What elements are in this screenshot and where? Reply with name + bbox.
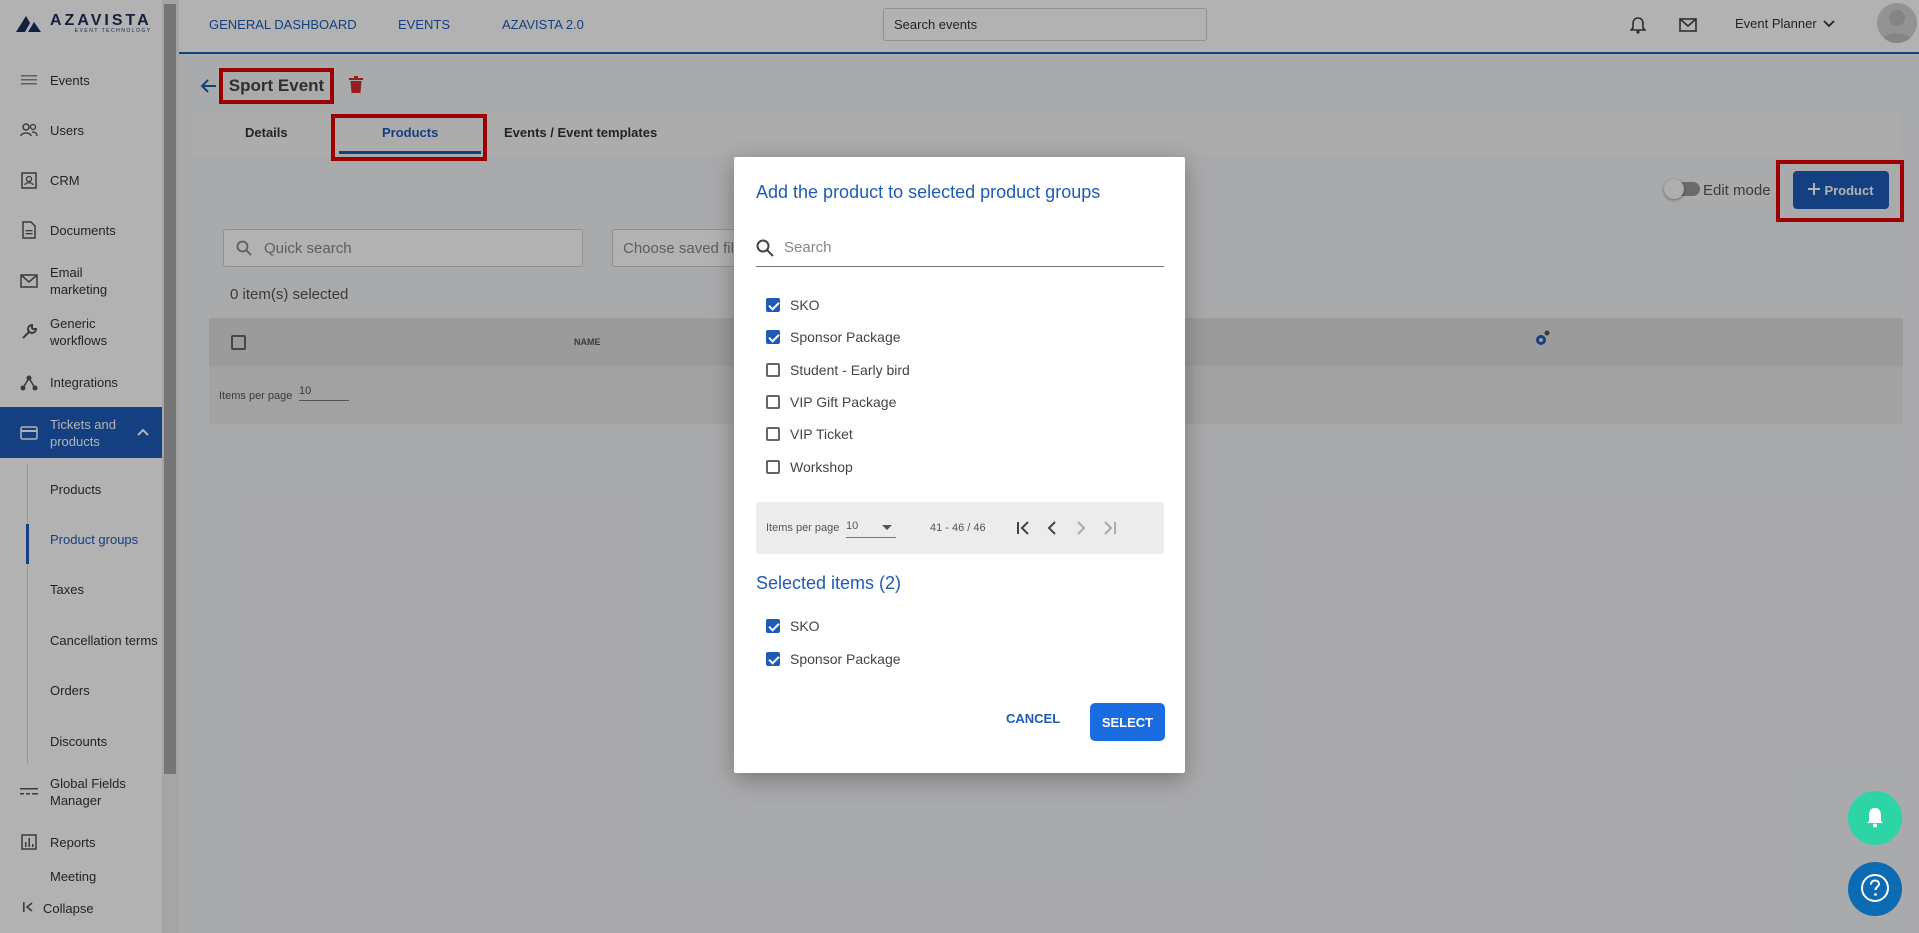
option-label: SKO [790, 297, 820, 313]
selected-item-sponsor-package[interactable]: Sponsor Package [766, 651, 901, 667]
selected-item-sko[interactable]: SKO [766, 618, 820, 634]
help-icon [1860, 873, 1890, 906]
option-sko[interactable]: SKO [766, 297, 820, 313]
checkbox[interactable] [766, 395, 780, 409]
checkbox[interactable] [766, 652, 780, 666]
caret-down-icon [882, 525, 892, 530]
add-to-product-groups-dialog: Add the product to selected product grou… [734, 157, 1185, 773]
option-vip-gift-package[interactable]: VIP Gift Package [766, 394, 896, 410]
dialog-search [756, 235, 1164, 267]
option-label: Student - Early bird [790, 362, 910, 378]
first-page-icon[interactable] [1012, 517, 1034, 539]
dialog-paginator: Items per page 10 41 - 46 / 46 [756, 502, 1164, 554]
help-fab-button[interactable] [1848, 862, 1902, 916]
cancel-button[interactable]: CANCEL [1006, 711, 1060, 726]
option-student-early-bird[interactable]: Student - Early bird [766, 362, 910, 378]
page-range: 41 - 46 / 46 [930, 522, 986, 534]
option-sponsor-package[interactable]: Sponsor Package [766, 329, 901, 345]
option-label: VIP Gift Package [790, 394, 897, 410]
bell-icon [1865, 806, 1885, 831]
selected-item-label: SKO [790, 618, 820, 634]
notification-fab-button[interactable] [1848, 791, 1902, 845]
option-label: Workshop [790, 459, 853, 475]
option-vip-ticket[interactable]: VIP Ticket [766, 426, 853, 442]
selected-item-label: Sponsor Package [790, 651, 901, 667]
select-button[interactable]: SELECT [1090, 703, 1165, 741]
checkbox[interactable] [766, 330, 780, 344]
checkbox[interactable] [766, 460, 780, 474]
previous-page-icon[interactable] [1041, 517, 1063, 539]
option-label: Sponsor Package [790, 329, 901, 345]
dialog-search-input[interactable] [784, 239, 1144, 256]
checkbox[interactable] [766, 298, 780, 312]
checkbox[interactable] [766, 363, 780, 377]
items-per-page-select[interactable]: 10 [846, 520, 896, 538]
option-workshop[interactable]: Workshop [766, 459, 853, 475]
search-icon [756, 239, 774, 260]
checkbox[interactable] [766, 619, 780, 633]
last-page-icon[interactable] [1099, 517, 1121, 539]
checkbox[interactable] [766, 427, 780, 441]
next-page-icon[interactable] [1070, 517, 1092, 539]
items-per-page-label: Items per page [766, 522, 840, 534]
option-label: VIP Ticket [790, 426, 853, 442]
dialog-title: Add the product to selected product grou… [756, 182, 1101, 202]
items-per-page-value: 10 [846, 520, 859, 532]
selected-items-title: Selected items (2) [756, 573, 902, 593]
